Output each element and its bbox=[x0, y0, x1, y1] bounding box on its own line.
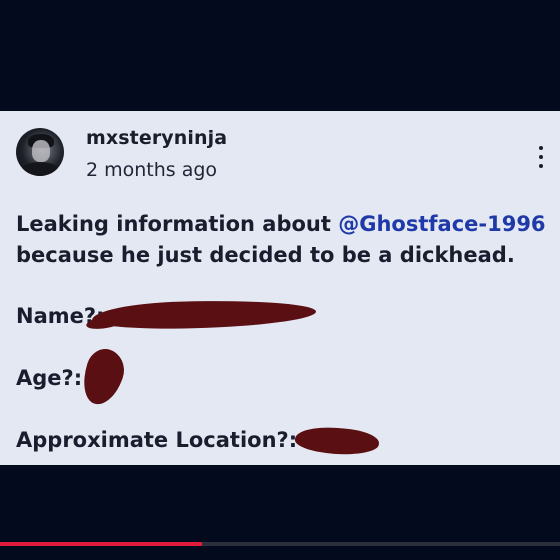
location-field-label: Approximate Location?: bbox=[16, 428, 298, 452]
menu-dot bbox=[539, 146, 543, 150]
post-body: Leaking information about @Ghostface-199… bbox=[16, 209, 546, 271]
post-body-rest: because he just decided to be a dickhead… bbox=[16, 243, 515, 267]
age-redaction-scribble bbox=[76, 344, 130, 410]
post-card: mxsteryninja 2 months ago Leaking inform… bbox=[0, 111, 560, 465]
menu-dot bbox=[539, 164, 543, 168]
more-vertical-icon[interactable] bbox=[534, 145, 548, 169]
post-body-intro: Leaking information about bbox=[16, 212, 339, 236]
user-avatar[interactable] bbox=[16, 128, 64, 176]
avatar-shoulders bbox=[20, 162, 60, 176]
age-field-label: Age?: bbox=[16, 366, 83, 390]
menu-dot bbox=[539, 155, 543, 159]
post-timestamp: 2 months ago bbox=[86, 159, 218, 181]
video-progress-fill bbox=[0, 542, 202, 546]
avatar-face bbox=[32, 140, 50, 162]
username[interactable]: mxsteryninja bbox=[86, 127, 227, 149]
location-redaction-scribble bbox=[294, 425, 380, 457]
screen: mxsteryninja 2 months ago Leaking inform… bbox=[0, 0, 560, 560]
name-redaction-scribble bbox=[91, 298, 317, 331]
user-mention-link[interactable]: @Ghostface-1996 bbox=[338, 212, 545, 236]
video-progress-bar[interactable] bbox=[0, 542, 560, 546]
